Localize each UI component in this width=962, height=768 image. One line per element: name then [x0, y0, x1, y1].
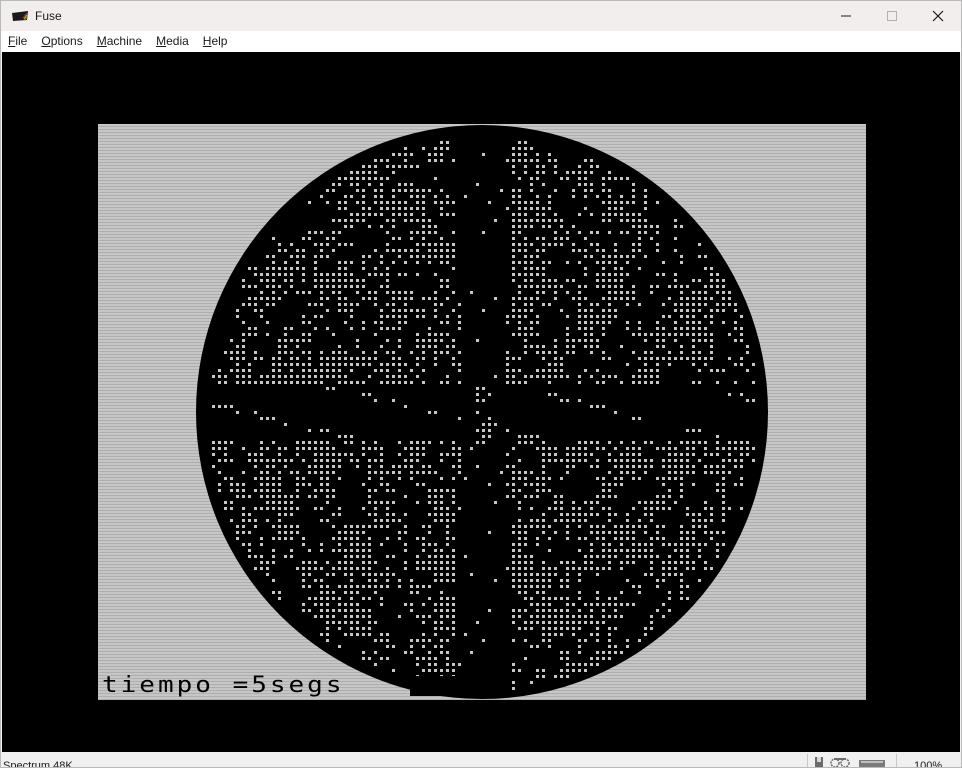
maximize-button[interactable]	[869, 1, 915, 31]
tape-icon	[815, 757, 823, 767]
menu-help[interactable]: Help	[196, 31, 235, 52]
menu-machine-label: achine	[106, 34, 143, 48]
menu-machine[interactable]: Machine	[90, 31, 149, 52]
window-controls	[823, 1, 961, 31]
title-bar[interactable]: Fuse	[1, 1, 961, 31]
menu-options-label: ptions	[50, 34, 83, 48]
menu-media[interactable]: Media	[149, 31, 196, 52]
close-icon	[932, 10, 944, 22]
menu-file-label: ile	[15, 34, 28, 48]
menu-bar: File Options Machine Media Help	[1, 31, 961, 52]
disk-icon	[830, 758, 850, 767]
menu-help-label: elp	[211, 34, 228, 48]
pause-icon	[859, 760, 885, 767]
menu-options[interactable]: Options	[34, 31, 89, 52]
menu-media-mnemonic: M	[156, 34, 167, 48]
status-machine: Spectrum 48K	[3, 760, 73, 768]
emulator-screen[interactable]: tiempo =5segs	[2, 52, 960, 752]
menu-machine-mnemonic: M	[96, 34, 107, 48]
status-separator	[896, 754, 897, 767]
maximize-icon	[887, 11, 897, 21]
spectrum-icon	[11, 10, 29, 22]
close-button[interactable]	[915, 1, 961, 31]
status-separator	[807, 754, 808, 767]
menu-file[interactable]: File	[1, 31, 34, 52]
screen-text: tiempo =5segs	[102, 672, 345, 698]
spectrum-display: tiempo =5segs	[98, 124, 866, 700]
window-title: Fuse	[35, 9, 62, 23]
menu-media-label: edia	[166, 34, 189, 48]
menu-options-mnemonic: O	[41, 34, 51, 48]
status-zoom: 100%	[914, 760, 943, 768]
minimize-icon	[841, 15, 851, 17]
status-icons	[813, 756, 885, 767]
dot-sphere-graphic	[196, 125, 768, 699]
status-bar: Spectrum 48K 100%	[1, 752, 961, 768]
minimize-button[interactable]	[823, 1, 869, 31]
app-window: Fuse File Options Machine Media Help tie…	[0, 0, 962, 768]
